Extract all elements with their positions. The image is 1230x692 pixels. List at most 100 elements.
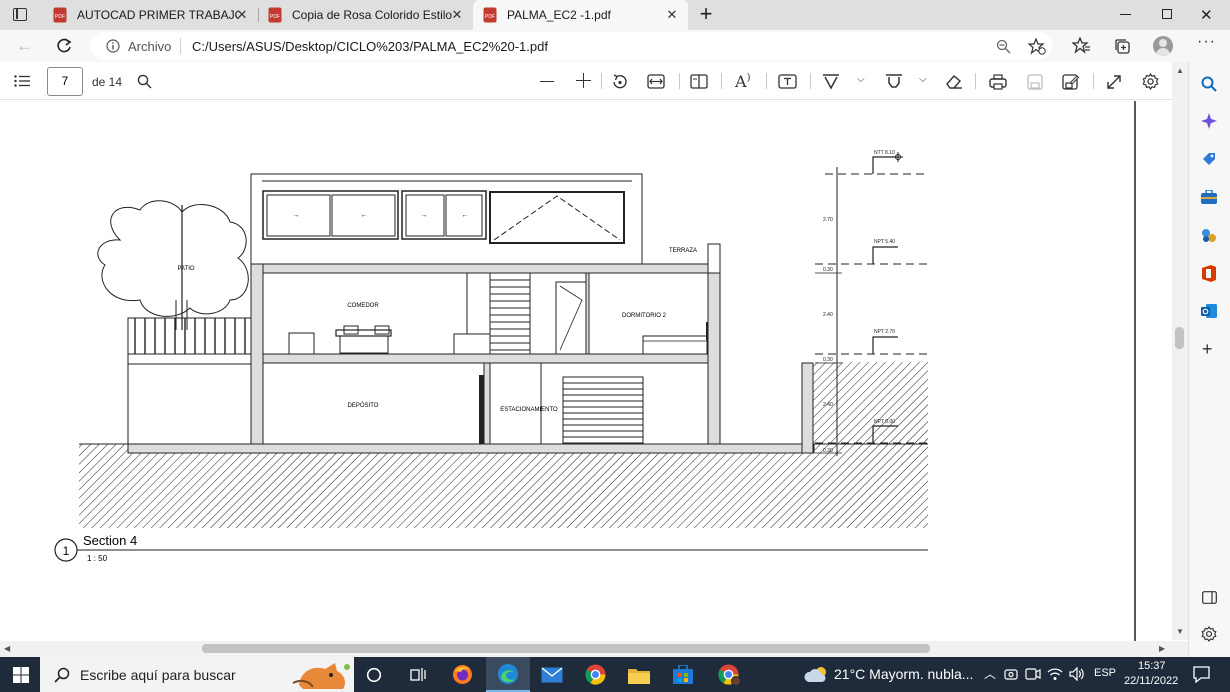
pdf-toolbar: 7 de 14 A) ⌵ ⌵	[0, 62, 1188, 100]
add-text-icon[interactable]	[778, 74, 797, 89]
language-indicator[interactable]: ESP	[1094, 667, 1116, 679]
clock-date[interactable]: 22/11/2022	[1124, 675, 1178, 687]
read-aloud-icon[interactable]: A)	[735, 72, 750, 91]
rotate-icon[interactable]	[611, 73, 628, 90]
scroll-up-icon[interactable]: ▲	[1176, 66, 1184, 75]
tools-icon[interactable]	[1201, 190, 1217, 204]
search-icon[interactable]	[137, 74, 152, 89]
svg-text:PDF: PDF	[270, 14, 280, 20]
more-icon[interactable]: ···	[1197, 33, 1216, 51]
info-icon[interactable]	[106, 39, 120, 53]
chrome-profile-icon[interactable]	[718, 664, 742, 686]
shopping-icon[interactable]	[1201, 151, 1217, 167]
draw-icon[interactable]	[822, 73, 840, 90]
file-explorer-icon[interactable]	[628, 666, 650, 684]
vertical-scrollbar[interactable]: ▲ ▼	[1172, 62, 1188, 640]
page-view-icon[interactable]	[690, 74, 708, 89]
highlight-icon[interactable]	[885, 73, 903, 90]
tab-title: AUTOCAD PRIMER TRABAJO.pdf	[77, 8, 239, 22]
zoom-icon[interactable]	[996, 39, 1011, 54]
section-drawing: PATIO → ← → ← TERRAZA COMEDOR DORMITORIO…	[54, 101, 1136, 641]
outlook-icon[interactable]	[1201, 303, 1217, 319]
zoom-out-icon[interactable]	[540, 81, 554, 83]
minimize-icon[interactable]	[1120, 14, 1131, 15]
favorites-icon[interactable]	[1072, 37, 1091, 55]
horizontal-scroll-thumb[interactable]	[202, 644, 930, 653]
collections-icon[interactable]	[1113, 37, 1131, 55]
tray-app-icon[interactable]	[1004, 667, 1018, 681]
settings-icon[interactable]	[1201, 626, 1217, 642]
settings-icon[interactable]	[1142, 73, 1159, 90]
edge-icon	[498, 664, 518, 684]
tab-actions-icon[interactable]	[13, 8, 27, 21]
eraser-icon[interactable]	[945, 73, 963, 90]
wifi-icon[interactable]	[1047, 667, 1063, 681]
chevron-down-icon[interactable]: ⌵	[857, 74, 865, 85]
clock-time[interactable]: 15:37	[1138, 660, 1166, 672]
save-as-icon[interactable]	[1062, 74, 1079, 90]
tab-copia-rosa[interactable]: PDF Copia de Rosa Colorido Estilo Se ✕	[258, 0, 473, 30]
refresh-icon[interactable]	[55, 37, 73, 55]
level-npt-270: NPT 2.70	[874, 329, 895, 335]
office-icon[interactable]	[1201, 265, 1217, 282]
add-favorite-icon[interactable]	[1028, 38, 1046, 55]
chrome-icon[interactable]	[585, 664, 606, 685]
fullscreen-icon[interactable]	[1106, 74, 1122, 90]
meet-now-icon[interactable]	[1025, 667, 1041, 681]
games-icon[interactable]	[1201, 228, 1217, 243]
tab-autocad[interactable]: PDF AUTOCAD PRIMER TRABAJO.pdf ✕	[43, 0, 258, 30]
close-icon[interactable]: ✕	[664, 7, 680, 23]
back-icon[interactable]: ←	[16, 36, 33, 56]
close-icon[interactable]: ✕	[449, 7, 465, 23]
search-icon[interactable]	[1201, 76, 1217, 92]
print-icon[interactable]	[989, 74, 1007, 90]
contents-icon[interactable]	[14, 75, 30, 87]
windows-start-icon[interactable]	[13, 667, 29, 683]
cortana-icon[interactable]	[366, 667, 382, 683]
label-terraza: TERRAZA	[669, 248, 697, 254]
task-view-icon[interactable]	[410, 666, 427, 683]
zoom-in-icon[interactable]	[576, 73, 592, 89]
url-text[interactable]: C:/Users/ASUS/Desktop/CICLO%203/PALMA_EC…	[192, 39, 548, 54]
scroll-left-icon[interactable]: ◀	[4, 644, 10, 653]
store-icon[interactable]	[673, 665, 693, 684]
restore-icon[interactable]	[1162, 9, 1172, 19]
save-icon[interactable]	[1027, 74, 1043, 90]
taskbar-search-box[interactable]: Escribe aquí para buscar	[40, 657, 354, 692]
weather-icon[interactable]	[804, 665, 830, 683]
edge-sidebar: +	[1188, 62, 1230, 657]
edge-taskbar-active[interactable]	[486, 657, 530, 692]
section-title: Section 4	[83, 533, 137, 548]
label-estacionamiento: ESTACIONAMIENTO	[500, 407, 558, 413]
profile-avatar[interactable]	[1153, 36, 1173, 56]
add-icon[interactable]: +	[1202, 339, 1213, 360]
volume-icon[interactable]	[1069, 667, 1085, 681]
svg-text:←: ←	[462, 212, 469, 219]
chevron-up-icon[interactable]: ︿	[984, 665, 996, 682]
tab-title: PALMA_EC2 -1.pdf	[507, 8, 611, 22]
url-box[interactable]: Archivo C:/Users/ASUS/Desktop/CICLO%203/…	[90, 32, 1052, 60]
chevron-down-icon[interactable]: ⌵	[919, 74, 927, 85]
pdf-page-view[interactable]: PATIO → ← → ← TERRAZA COMEDOR DORMITORIO…	[0, 101, 1172, 641]
firefox-icon[interactable]	[452, 664, 473, 685]
tab-palma-ec2[interactable]: PDF PALMA_EC2 -1.pdf ✕	[473, 0, 688, 30]
page-number-input[interactable]: 7	[47, 67, 83, 96]
tab-title: Copia de Rosa Colorido Estilo Se	[292, 8, 454, 22]
scroll-corner	[1172, 641, 1188, 657]
discover-icon[interactable]	[1201, 113, 1217, 129]
close-icon[interactable]: ✕	[234, 7, 250, 23]
mail-icon[interactable]	[541, 667, 563, 683]
vertical-scroll-thumb[interactable]	[1175, 327, 1184, 349]
page-total: de 14	[92, 75, 123, 89]
horizontal-scrollbar[interactable]: ◀ ▶	[0, 641, 1172, 657]
notifications-icon[interactable]	[1193, 666, 1210, 683]
scroll-down-icon[interactable]: ▼	[1176, 627, 1184, 636]
sidebar-toggle-icon[interactable]	[1202, 591, 1217, 604]
fit-page-icon[interactable]	[647, 74, 665, 89]
scroll-right-icon[interactable]: ▶	[1159, 644, 1165, 653]
tab-strip: PDF AUTOCAD PRIMER TRABAJO.pdf ✕ PDF Cop…	[0, 0, 1230, 30]
search-highlight-icon[interactable]	[291, 659, 353, 691]
new-tab-icon[interactable]: +	[696, 3, 716, 25]
weather-text[interactable]: 21°C Mayorm. nubla...	[834, 666, 973, 682]
close-window-icon[interactable]: ✕	[1200, 6, 1213, 24]
